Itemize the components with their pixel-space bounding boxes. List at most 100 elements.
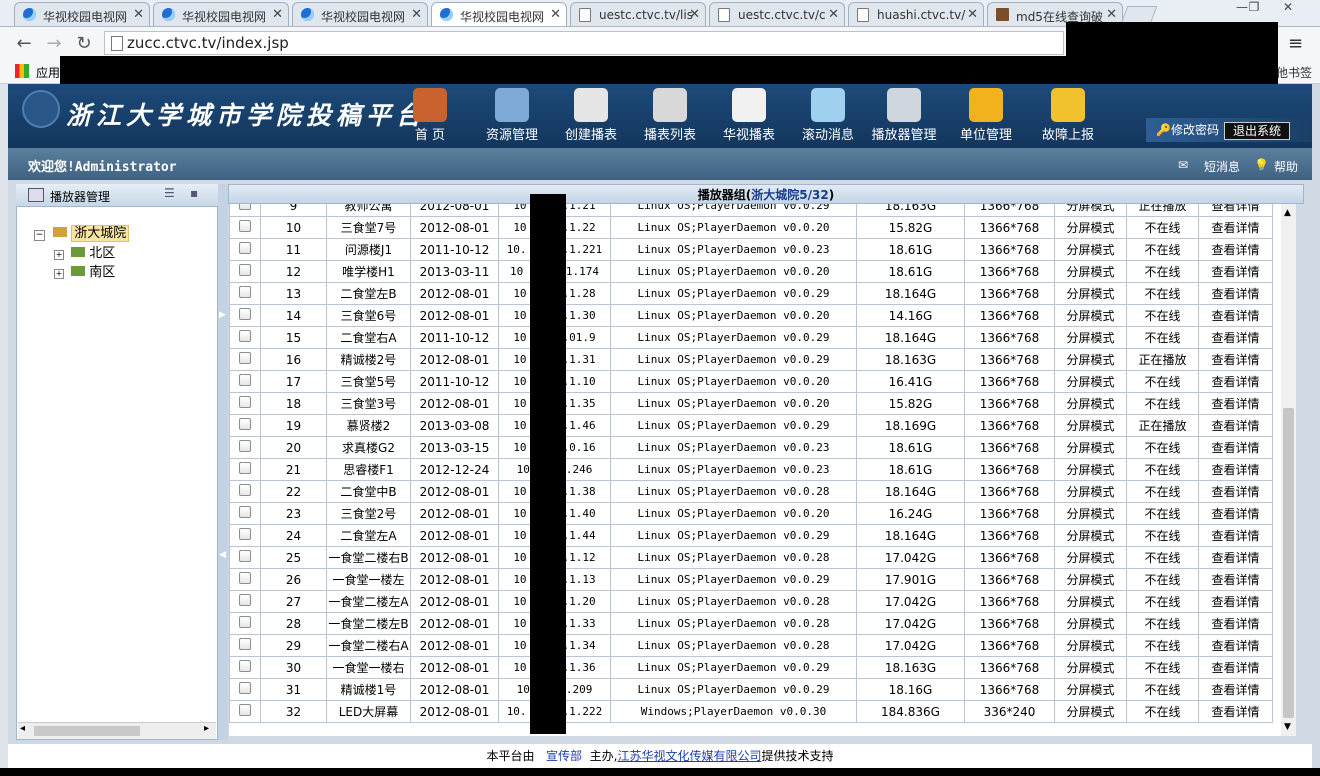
- company-link[interactable]: 江苏华视文化传媒有限公司: [617, 749, 761, 763]
- checkbox-icon[interactable]: [239, 242, 251, 254]
- row-checkbox[interactable]: [229, 414, 261, 437]
- collapse-icon[interactable]: −: [34, 230, 45, 241]
- checkbox-icon[interactable]: [239, 550, 251, 562]
- view-details-link[interactable]: 查看详情: [1198, 458, 1273, 481]
- checkbox-icon[interactable]: [239, 528, 251, 540]
- forward-icon[interactable]: →: [42, 32, 66, 56]
- row-checkbox[interactable]: [229, 304, 261, 327]
- row-checkbox[interactable]: [229, 480, 261, 503]
- checkbox-icon[interactable]: [239, 484, 251, 496]
- row-checkbox[interactable]: [229, 634, 261, 657]
- nav-item[interactable]: 播放器管理: [866, 86, 942, 143]
- view-details-link[interactable]: 查看详情: [1198, 216, 1273, 239]
- row-checkbox[interactable]: [229, 282, 261, 305]
- tree-node-north[interactable]: + 北区: [54, 242, 115, 261]
- scroll-thumb[interactable]: [1283, 408, 1294, 718]
- view-details-link[interactable]: 查看详情: [1198, 348, 1273, 371]
- tab-close-icon[interactable]: ✕: [1106, 7, 1117, 22]
- help-link[interactable]: 帮助: [1274, 158, 1298, 175]
- row-checkbox[interactable]: [229, 546, 261, 569]
- panel-splitter[interactable]: ▶ ◀: [218, 184, 228, 740]
- other-bookmarks-link[interactable]: 他书签: [1276, 64, 1312, 81]
- row-checkbox[interactable]: [229, 502, 261, 525]
- tree-root-label[interactable]: 浙大城院: [71, 225, 130, 242]
- view-details-link[interactable]: 查看详情: [1198, 656, 1273, 679]
- view-details-link[interactable]: 查看详情: [1198, 700, 1273, 723]
- tab-close-icon[interactable]: ✕: [133, 7, 144, 22]
- row-checkbox[interactable]: [229, 700, 261, 723]
- view-details-link[interactable]: 查看详情: [1198, 524, 1273, 547]
- tree-node-label[interactable]: 南区: [89, 265, 115, 280]
- expand-icon[interactable]: +: [54, 250, 64, 260]
- view-details-link[interactable]: 查看详情: [1198, 546, 1273, 569]
- tab-close-icon[interactable]: ✕: [411, 7, 422, 22]
- panel-collapse-icon[interactable]: ▪: [190, 186, 198, 200]
- view-details-link[interactable]: 查看详情: [1198, 282, 1273, 305]
- checkbox-icon[interactable]: [239, 506, 251, 518]
- checkbox-icon[interactable]: [239, 264, 251, 276]
- nav-item[interactable]: 华视播表: [711, 86, 787, 143]
- bookmarks-apps-link[interactable]: 应用: [36, 64, 60, 81]
- nav-item[interactable]: 创建播表: [553, 86, 629, 143]
- checkbox-icon[interactable]: [239, 204, 251, 210]
- nav-item[interactable]: 故障上报: [1030, 86, 1106, 143]
- logout-button[interactable]: 退出系统: [1224, 122, 1291, 140]
- checkbox-icon[interactable]: [239, 594, 251, 606]
- tree-root[interactable]: − 浙大城院: [34, 222, 130, 242]
- dept-link[interactable]: 宣传部: [546, 749, 582, 763]
- view-details-link[interactable]: 查看详情: [1198, 590, 1273, 613]
- checkbox-icon[interactable]: [239, 286, 251, 298]
- row-checkbox[interactable]: [229, 204, 261, 217]
- checkbox-icon[interactable]: [239, 682, 251, 694]
- table-vscroll[interactable]: ▲ ▼: [1281, 204, 1296, 736]
- row-checkbox[interactable]: [229, 348, 261, 371]
- row-checkbox[interactable]: [229, 590, 261, 613]
- checkbox-icon[interactable]: [239, 396, 251, 408]
- view-details-link[interactable]: 查看详情: [1198, 436, 1273, 459]
- close-window-icon[interactable]: ✕: [1274, 0, 1302, 20]
- browser-tab[interactable]: uestc.ctvc.tv/lis ✕: [570, 2, 706, 26]
- browser-tab[interactable]: huashi.ctvc.tv/✕: [848, 2, 984, 26]
- view-details-link[interactable]: 查看详情: [1198, 568, 1273, 591]
- scroll-up-icon[interactable]: ▲: [1284, 208, 1291, 218]
- scroll-right-icon[interactable]: ▸: [204, 723, 209, 734]
- view-details-link[interactable]: 查看详情: [1198, 238, 1273, 261]
- row-checkbox[interactable]: [229, 524, 261, 547]
- splitter-arrow-icon[interactable]: ◀: [219, 550, 226, 560]
- reload-icon[interactable]: ↻: [72, 32, 96, 56]
- tab-close-icon[interactable]: ✕: [550, 7, 561, 22]
- tree-node-label[interactable]: 北区: [89, 246, 115, 261]
- left-panel-hscroll[interactable]: ◂ ▸: [18, 722, 216, 739]
- scroll-thumb[interactable]: [34, 726, 140, 736]
- nav-item[interactable]: 资源管理: [474, 86, 550, 143]
- checkbox-icon[interactable]: [239, 638, 251, 650]
- row-checkbox[interactable]: [229, 238, 261, 261]
- scroll-down-icon[interactable]: ▼: [1284, 722, 1291, 732]
- splitter-arrow-icon[interactable]: ▶: [219, 310, 226, 320]
- nav-item[interactable]: 单位管理: [948, 86, 1024, 143]
- browser-tab[interactable]: uestc.ctvc.tv/c ✕: [709, 2, 845, 26]
- url-input[interactable]: zucc.ctvc.tv/index.jsp: [104, 31, 1064, 55]
- messages-link[interactable]: 短消息: [1204, 158, 1240, 175]
- row-checkbox[interactable]: [229, 612, 261, 635]
- browser-tab[interactable]: 华视校园电视网 ✕: [14, 2, 150, 26]
- checkbox-icon[interactable]: [239, 616, 251, 628]
- view-details-link[interactable]: 查看详情: [1198, 480, 1273, 503]
- expand-icon[interactable]: +: [54, 269, 64, 279]
- view-details-link[interactable]: 查看详情: [1198, 612, 1273, 635]
- browser-menu-icon[interactable]: ≡: [1288, 33, 1303, 54]
- view-details-link[interactable]: 查看详情: [1198, 678, 1273, 701]
- checkbox-icon[interactable]: [239, 572, 251, 584]
- scroll-left-icon[interactable]: ◂: [20, 723, 25, 734]
- checkbox-icon[interactable]: [239, 440, 251, 452]
- tab-close-icon[interactable]: ✕: [967, 7, 978, 22]
- nav-item[interactable]: 滚动消息: [790, 86, 866, 143]
- view-details-link[interactable]: 查看详情: [1198, 414, 1273, 437]
- checkbox-icon[interactable]: [239, 352, 251, 364]
- view-details-link[interactable]: 查看详情: [1198, 204, 1273, 217]
- row-checkbox[interactable]: [229, 326, 261, 349]
- nav-item[interactable]: 首 页: [392, 86, 468, 143]
- checkbox-icon[interactable]: [239, 330, 251, 342]
- tab-close-icon[interactable]: ✕: [272, 7, 283, 22]
- checkbox-icon[interactable]: [239, 462, 251, 474]
